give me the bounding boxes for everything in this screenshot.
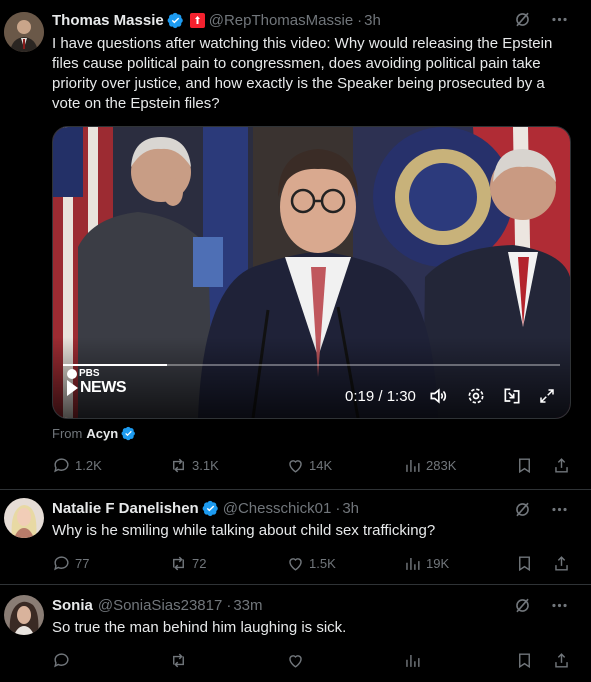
grok-icon[interactable]	[513, 10, 532, 29]
repost-icon	[173, 556, 184, 570]
pbs-news-logo: PBS NEWS	[67, 368, 127, 397]
minimize-icon[interactable]	[502, 386, 522, 406]
author-name[interactable]: Sonia	[52, 597, 93, 614]
like-button[interactable]	[286, 651, 403, 670]
video-time: 0:19 / 1:30	[345, 387, 416, 405]
repost-icon	[173, 458, 184, 472]
like-button[interactable]: 1.5K	[286, 554, 403, 573]
play-button[interactable]	[67, 380, 78, 396]
like-button[interactable]: 14K	[286, 456, 403, 475]
reply-icon	[54, 652, 69, 667]
separator-dot: ·	[335, 499, 341, 517]
verified-badge-icon	[202, 500, 218, 516]
video-source: From Acyn	[52, 426, 136, 441]
post-text: Why is he smiling while talking about ch…	[52, 522, 436, 539]
post-text: I have questions after watching this vid…	[52, 35, 553, 112]
bookmark-icon[interactable]	[515, 651, 534, 670]
post-sonia[interactable]: Sonia @SoniaSias23817 · 33m So true the …	[0, 585, 591, 682]
views-icon	[406, 654, 420, 667]
like-icon	[289, 557, 302, 571]
author-handle[interactable]: @SoniaSias23817	[98, 597, 222, 614]
settings-icon[interactable]	[466, 386, 486, 406]
verified-badge-icon	[167, 12, 183, 28]
views-button[interactable]: 283K	[403, 456, 521, 475]
verified-badge-icon	[121, 426, 136, 441]
post-thomas-massie[interactable]: Thomas Massie @RepThomasMassie · 3h I ha…	[0, 0, 591, 490]
author-handle[interactable]: @Chesschick01	[223, 500, 332, 517]
grok-icon[interactable]	[513, 500, 532, 519]
repost-icon	[173, 653, 184, 667]
views-button[interactable]	[403, 651, 521, 670]
grok-icon[interactable]	[513, 596, 532, 615]
avatar[interactable]	[4, 595, 44, 635]
video-frame	[53, 127, 570, 418]
video-progress-track[interactable]	[63, 364, 560, 366]
volume-icon[interactable]	[428, 386, 448, 406]
avatar[interactable]	[4, 498, 44, 538]
video-player[interactable]: PBS NEWS 0:19 / 1:30	[52, 126, 571, 419]
share-icon[interactable]	[552, 651, 571, 670]
more-icon[interactable]	[550, 10, 569, 29]
bookmark-icon[interactable]	[515, 456, 534, 475]
like-icon	[289, 654, 302, 668]
repost-button[interactable]: 3.1K	[169, 456, 286, 475]
views-icon	[406, 557, 420, 570]
government-badge-icon	[189, 12, 205, 28]
post-text: So true the man behind him laughing is s…	[52, 619, 347, 636]
video-progress-fill	[63, 364, 168, 366]
author-name[interactable]: Thomas Massie	[52, 12, 164, 29]
post-time[interactable]: 3h	[342, 500, 359, 517]
reply-button[interactable]: 1.2K	[52, 456, 169, 475]
reply-icon	[54, 555, 69, 570]
reply-button[interactable]: 77	[52, 554, 169, 573]
separator-dot: ·	[226, 596, 232, 614]
repost-button[interactable]: 72	[169, 554, 286, 573]
share-icon[interactable]	[552, 554, 571, 573]
views-button[interactable]: 19K	[403, 554, 521, 573]
views-icon	[406, 459, 420, 472]
bookmark-icon[interactable]	[515, 554, 534, 573]
post-natalie[interactable]: Natalie F Danelishen @Chesschick01 · 3h …	[0, 490, 591, 584]
more-icon[interactable]	[550, 596, 569, 615]
author-handle[interactable]: @RepThomasMassie	[209, 12, 353, 29]
reply-button[interactable]	[52, 651, 169, 670]
like-icon	[289, 459, 302, 473]
source-name[interactable]: Acyn	[86, 426, 118, 441]
reply-icon	[54, 457, 69, 472]
post-time[interactable]: 3h	[364, 12, 381, 29]
fullscreen-icon[interactable]	[538, 387, 556, 405]
more-icon[interactable]	[550, 500, 569, 519]
avatar[interactable]	[4, 12, 44, 52]
separator-dot: ·	[357, 11, 363, 29]
repost-button[interactable]	[169, 651, 286, 670]
post-time[interactable]: 33m	[233, 597, 262, 614]
author-name[interactable]: Natalie F Danelishen	[52, 500, 199, 517]
share-icon[interactable]	[552, 456, 571, 475]
